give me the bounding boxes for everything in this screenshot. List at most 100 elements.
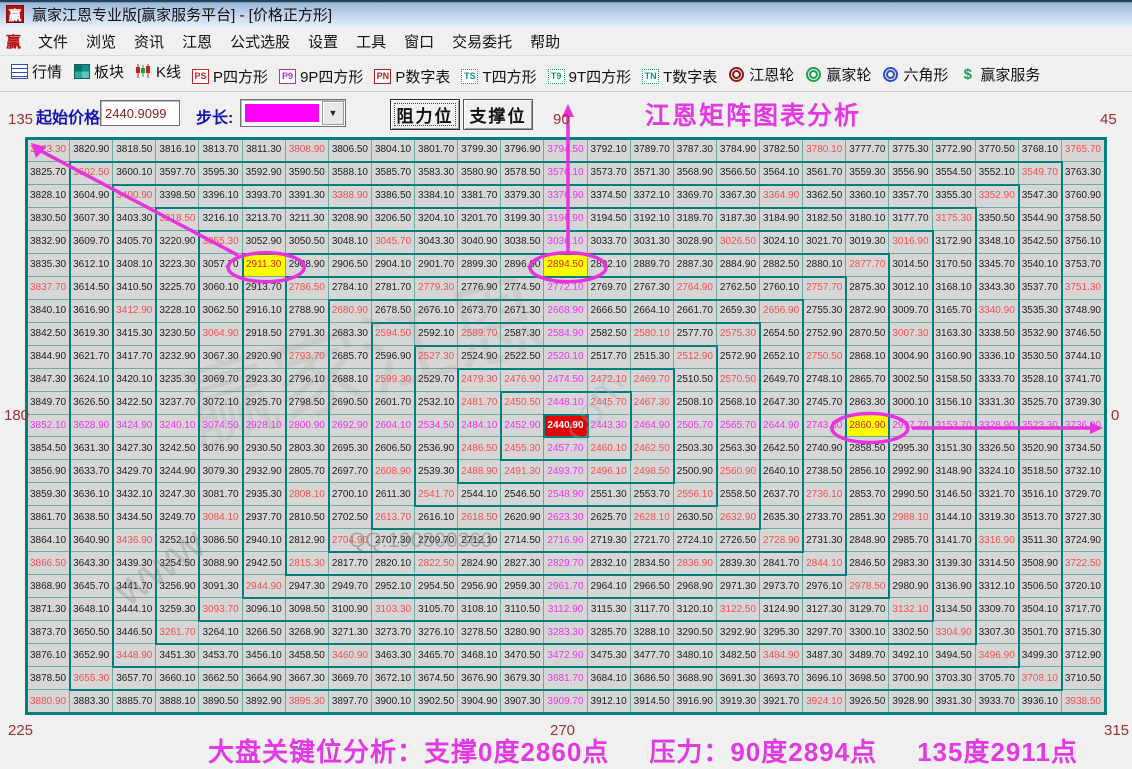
matrix-cell: 3652.90	[70, 644, 113, 667]
matrix-cell: 2834.50	[631, 552, 674, 575]
matrix-cell: 2697.70	[329, 460, 372, 483]
gann-price-square: 3823.303820.903818.503816.103813.703811.…	[25, 137, 1107, 715]
matrix-cell: 2532.10	[415, 392, 458, 415]
matrix-cell: 2954.50	[415, 575, 458, 598]
toolbar-label: 江恩轮	[749, 64, 794, 85]
toolbar-button-gann-wheel[interactable]: 江恩轮	[727, 64, 794, 85]
matrix-cell: 3369.70	[674, 185, 717, 208]
matrix-cell: 3804.10	[372, 139, 415, 162]
matrix-cell: 2620.90	[501, 506, 544, 529]
matrix-cell: 2935.30	[243, 483, 286, 506]
menu-item-9[interactable]: 交易委托	[443, 31, 521, 54]
matrix-cell: 3763.30	[1062, 162, 1105, 185]
matrix-cell: 3254.50	[156, 552, 199, 575]
toolbar-button-winner-wheel[interactable]: 赢家轮	[804, 64, 871, 85]
matrix-cell: 2937.70	[243, 506, 286, 529]
toolbar-button-quotes-table[interactable]: 行情	[10, 61, 62, 82]
toolbar-button-t-square[interactable]: TST四方形	[460, 66, 536, 87]
matrix-cell: 3201.70	[458, 208, 501, 231]
matrix-cell: 2628.10	[631, 506, 674, 529]
matrix-cell: 2920.90	[243, 346, 286, 369]
matrix-cell: 3787.30	[674, 139, 717, 162]
matrix-cell: 2491.30	[501, 460, 544, 483]
resistance-button[interactable]: 阻力位	[390, 99, 460, 130]
toolbar-label: T数字表	[663, 66, 717, 87]
menu-bar: 赢 文件浏览资讯江恩公式选股设置工具窗口交易委托帮助	[0, 28, 1132, 56]
toolbar-button-hexagon[interactable]: 六角形	[881, 64, 948, 85]
matrix-cell: 3554.50	[933, 162, 976, 185]
toolbar-button-9t-square[interactable]: T99T四方形	[547, 66, 632, 87]
angle-label-135: 135	[8, 111, 33, 128]
menu-item-5[interactable]: 公式选股	[221, 31, 299, 54]
matrix-cell: 2688.10	[329, 369, 372, 392]
matrix-cell: 2467.30	[631, 392, 674, 415]
matrix-cell: 3693.70	[760, 667, 803, 690]
matrix-cell: 2815.30	[286, 552, 329, 575]
matrix-cell: 2613.70	[372, 506, 415, 529]
matrix-cell: 2808.10	[286, 483, 329, 506]
matrix-cell: 3770.50	[976, 139, 1019, 162]
matrix-cell: 3568.90	[674, 162, 717, 185]
matrix-cell: 3055.30	[199, 231, 242, 254]
matrix-cell: 3648.10	[70, 598, 113, 621]
t-number-table-icon: TN	[641, 68, 660, 85]
toolbar-button-p-square[interactable]: PSP四方形	[191, 66, 268, 87]
matrix-cell: 3372.10	[631, 185, 674, 208]
matrix-cell-highlight: 2860.90	[846, 415, 889, 438]
matrix-cell: 3465.70	[415, 644, 458, 667]
matrix-cell: 3919.30	[717, 690, 760, 713]
matrix-cell: 2856.10	[846, 460, 889, 483]
matrix-cell: 3484.90	[760, 644, 803, 667]
menu-item-2[interactable]: 浏览	[77, 31, 125, 54]
matrix-cell: 2918.50	[243, 323, 286, 346]
menu-item-4[interactable]: 江恩	[173, 31, 221, 54]
menu-item-6[interactable]: 设置	[299, 31, 347, 54]
matrix-cell: 2985.70	[889, 529, 932, 552]
matrix-cell: 3206.50	[372, 208, 415, 231]
matrix-cell: 3225.70	[156, 277, 199, 300]
matrix-cell: 2858.50	[846, 437, 889, 460]
toolbar-button-9p-square[interactable]: P99P四方形	[278, 66, 363, 87]
matrix-cell: 3187.30	[717, 208, 760, 231]
matrix-cell: 2440.90	[544, 415, 587, 438]
matrix-cell: 3228.10	[156, 300, 199, 323]
toolbar-button-sector-blocks[interactable]: 板块	[72, 61, 124, 82]
toolbar-button-t-number-table[interactable]: TNT数字表	[641, 66, 717, 87]
matrix-cell: 3645.70	[70, 575, 113, 598]
support-button[interactable]: 支撑位	[463, 99, 533, 130]
toolbar-button-winner-service[interactable]: $赢家服务	[958, 64, 1040, 85]
matrix-cell: 2460.10	[588, 437, 631, 460]
matrix-cell: 3451.30	[156, 644, 199, 667]
matrix-cell: 2692.90	[329, 415, 372, 438]
matrix-cell: 3204.10	[415, 208, 458, 231]
matrix-cell: 2868.10	[846, 346, 889, 369]
matrix-cell: 2534.50	[415, 415, 458, 438]
matrix-cell: 3542.50	[1019, 231, 1062, 254]
matrix-cell: 3662.50	[199, 667, 242, 690]
matrix-cell: 3410.50	[113, 277, 156, 300]
matrix-cell: 3321.70	[976, 483, 1019, 506]
toolbar-label: 赢家服务	[980, 64, 1040, 85]
step-label: 步长:	[196, 104, 233, 128]
step-combobox[interactable]: ▼	[240, 99, 346, 127]
matrix-cell: 3324.10	[976, 460, 1019, 483]
start-price-input[interactable]	[100, 100, 180, 126]
matrix-cell: 3679.30	[501, 667, 544, 690]
menu-item-7[interactable]: 工具	[347, 31, 395, 54]
matrix-cell: 3700.90	[889, 667, 932, 690]
matrix-cell: 3818.50	[113, 139, 156, 162]
matrix-cell: 2952.10	[372, 575, 415, 598]
matrix-cell: 3806.50	[329, 139, 372, 162]
matrix-cell: 2544.10	[458, 483, 501, 506]
matrix-cell: 3739.30	[1062, 392, 1105, 415]
menu-item-10[interactable]: 帮助	[521, 31, 569, 54]
menu-item-1[interactable]: 文件	[29, 31, 77, 54]
combo-dropdown-button[interactable]: ▼	[322, 101, 344, 125]
menu-item-8[interactable]: 窗口	[395, 31, 443, 54]
matrix-cell: 2820.10	[372, 552, 415, 575]
matrix-cell: 2676.10	[415, 300, 458, 323]
matrix-cell: 2772.10	[544, 277, 587, 300]
menu-item-3[interactable]: 资讯	[125, 31, 173, 54]
toolbar-button-candlestick[interactable]: K线	[134, 61, 181, 82]
toolbar-button-p-number-table[interactable]: PNP数字表	[373, 66, 450, 87]
